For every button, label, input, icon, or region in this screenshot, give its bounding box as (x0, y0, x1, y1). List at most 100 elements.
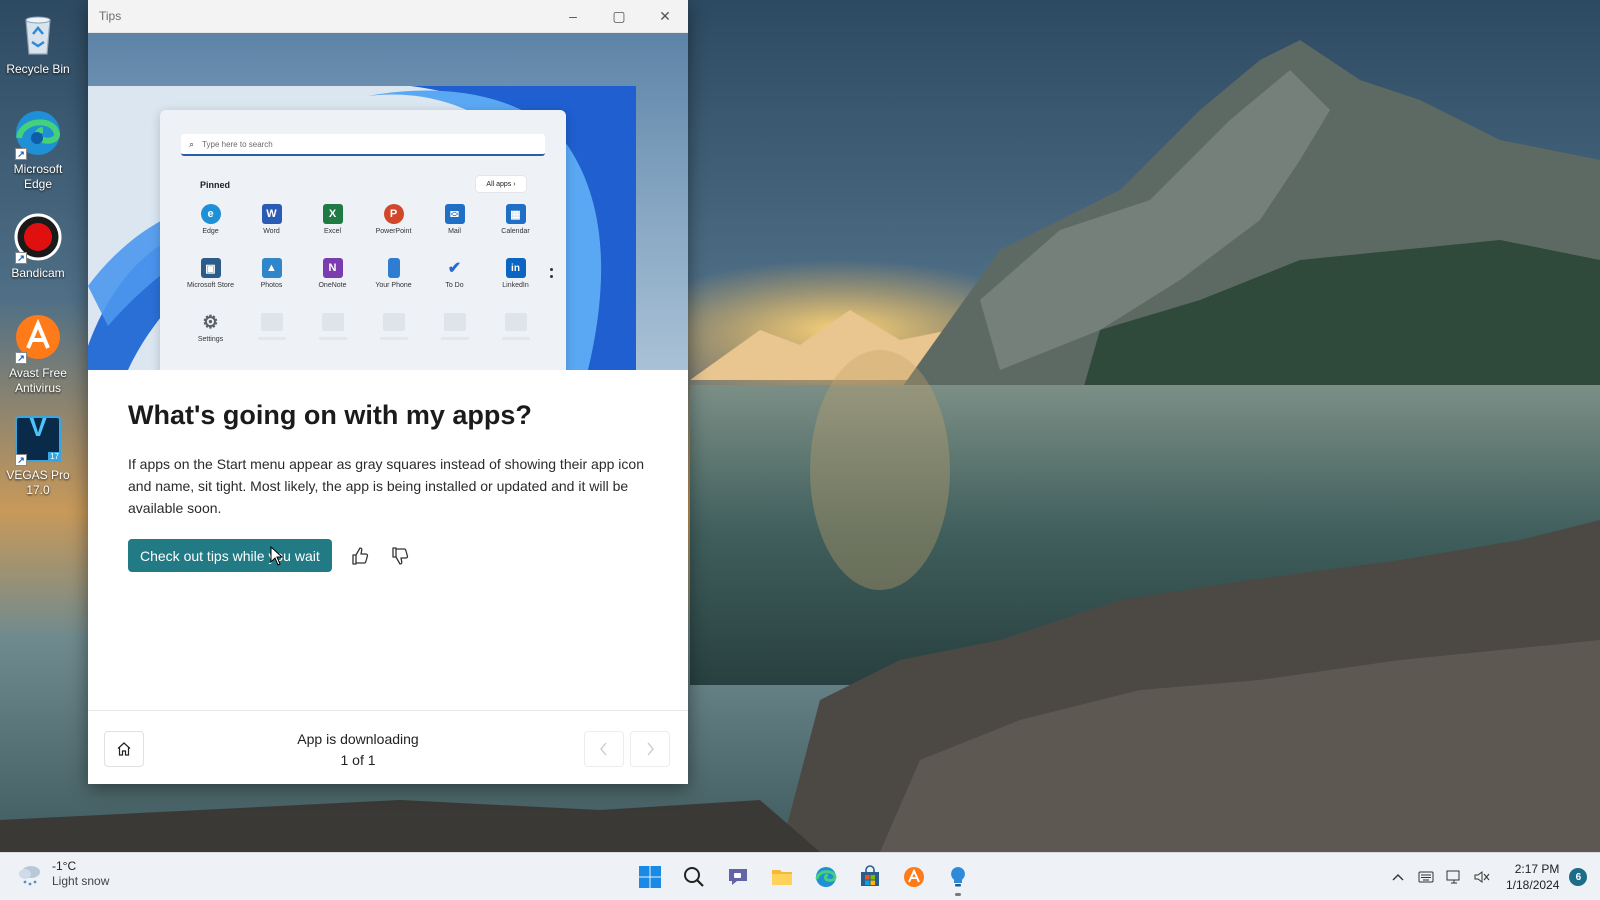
vegas-version-badge: 17 (48, 452, 61, 462)
pinned-app-photos: ▲ Photos (241, 258, 302, 304)
pinned-app-microsoft-store: ▣ Microsoft Store (180, 258, 241, 304)
pinned-app-your-phone: Your Phone (363, 258, 424, 304)
taskbar-file-explorer-button[interactable] (760, 857, 804, 897)
desktop-icon-bandicam[interactable]: ↗ Bandicam (2, 212, 74, 281)
tip-hero-image: ⌕ Type here to search Pinned All apps › … (88, 33, 688, 370)
app-label: Your Phone (375, 282, 412, 289)
placeholder-app (485, 312, 546, 358)
weather-widget[interactable]: -1°C Light snow (16, 859, 109, 889)
previous-button[interactable] (584, 731, 624, 767)
desktop-icon-microsoft-edge[interactable]: ↗ Microsoft Edge (2, 108, 74, 192)
search-icon (684, 867, 704, 887)
thumbs-up-icon[interactable] (340, 539, 380, 572)
close-button[interactable]: ✕ (642, 0, 688, 33)
linkedin-icon: in (505, 258, 526, 278)
app-label: LinkedIn (502, 282, 529, 289)
taskbar-store-button[interactable] (848, 857, 892, 897)
start-search-box: ⌕ Type here to search (181, 134, 545, 156)
show-hidden-icons-button[interactable] (1384, 861, 1412, 893)
pinned-label: Pinned (200, 180, 231, 190)
desktop-icon-vegas-pro[interactable]: V 17 ↗ VEGAS Pro 17.0 (2, 414, 74, 498)
pinned-app-mail: ✉ Mail (424, 204, 485, 250)
title-bar[interactable]: Tips – ▢ ✕ (88, 0, 688, 33)
pinned-app-to-do: ✔ To Do (424, 258, 485, 304)
start-menu-illustration: ⌕ Type here to search Pinned All apps › … (160, 110, 566, 370)
window-footer: App is downloading 1 of 1 (88, 710, 688, 784)
pinned-app-linkedin: in LinkedIn (485, 258, 546, 304)
pinned-app-settings: ⚙ Settings (180, 312, 241, 358)
taskbar-tips-button[interactable] (936, 857, 980, 897)
desktop-icon-label: Microsoft Edge (13, 162, 63, 191)
teams-chat-icon (729, 869, 747, 885)
taskbar-avast-button[interactable] (892, 857, 936, 897)
vegas-letter: V (29, 412, 47, 442)
calendar-icon: ▦ (505, 204, 526, 224)
system-tray: 2:17 PM 1/18/2024 6 (1384, 861, 1588, 893)
window-title: Tips (99, 9, 122, 23)
edge-icon (815, 867, 837, 887)
chevron-up-icon (1392, 874, 1404, 881)
search-icon: ⌕ (189, 138, 195, 149)
app-label: Photos (260, 282, 283, 289)
settings-gear-icon: ⚙ (202, 311, 219, 332)
minimize-button[interactable]: – (550, 0, 596, 33)
pinned-app-word: W Word (241, 204, 302, 250)
next-button[interactable] (630, 731, 670, 767)
tip-content: What's going on with my apps? If apps on… (128, 400, 648, 572)
phone-icon (387, 258, 400, 278)
app-label: To Do (445, 282, 464, 289)
start-button[interactable] (628, 857, 672, 897)
taskbar-search-button[interactable] (672, 857, 716, 897)
thumbs-down-icon[interactable] (380, 539, 420, 572)
desktop-icon-label: VEGAS Pro 17.0 (6, 468, 70, 497)
network-icon[interactable] (1440, 861, 1468, 893)
edge-icon: ↗ (13, 108, 63, 160)
all-apps-button: All apps › (476, 176, 526, 192)
onenote-icon: N (322, 258, 343, 278)
placeholder-app (424, 312, 485, 358)
pinned-app-powerpoint: P PowerPoint (363, 204, 424, 250)
keyboard-icon[interactable] (1412, 861, 1440, 893)
volume-muted-icon[interactable] (1468, 861, 1496, 893)
hero-illustration: ⌕ Type here to search Pinned All apps › … (88, 86, 636, 370)
microsoft-store-icon (861, 865, 879, 886)
desktop-icon-label: Avast Free Antivirus (9, 366, 67, 395)
taskbar: -1°C Light snow 2:17 PM 1/18/2024 6 (0, 852, 1600, 900)
mouse-cursor-icon (270, 546, 284, 566)
clock-time: 2:17 PM (1514, 862, 1560, 876)
taskbar-edge-button[interactable] (804, 857, 848, 897)
edge-icon: e (200, 204, 221, 224)
windows-start-icon (639, 866, 661, 888)
status-text: App is downloading (297, 731, 419, 747)
tip-actions: Check out tips while you wait (128, 539, 648, 572)
taskbar-apps (628, 857, 980, 897)
pinned-app-onenote: N OneNote (302, 258, 363, 304)
app-label: Microsoft Store (186, 282, 235, 289)
desktop-icon-recycle-bin[interactable]: Recycle Bin (2, 8, 74, 77)
avast-icon: ↗ (13, 312, 63, 364)
tip-body: If apps on the Start menu appear as gray… (128, 456, 644, 516)
powerpoint-icon: P (383, 204, 404, 224)
chevron-right-icon (647, 742, 654, 756)
clock[interactable]: 2:17 PM 1/18/2024 (1506, 861, 1559, 893)
desktop-icon-avast[interactable]: ↗ Avast Free Antivirus (2, 312, 74, 396)
snow-cloud-icon (19, 866, 40, 886)
check-out-tips-button[interactable]: Check out tips while you wait (128, 539, 332, 572)
vegas-icon: V 17 ↗ (13, 412, 63, 466)
weather-condition: Light snow (52, 874, 110, 888)
chevron-left-icon (600, 742, 607, 756)
app-label: OneNote (318, 282, 347, 289)
notification-badge[interactable]: 6 (1569, 868, 1588, 886)
running-indicator (955, 893, 961, 896)
placeholder-app (241, 312, 302, 358)
page-counter: 1 of 1 (340, 752, 376, 768)
home-button[interactable] (104, 731, 144, 767)
page-dots (550, 268, 553, 282)
tip-heading: What's going on with my apps? (128, 400, 532, 430)
taskbar-chat-button[interactable] (716, 857, 760, 897)
placeholder-app (302, 312, 363, 358)
mail-icon: ✉ (444, 204, 465, 224)
placeholder-app (363, 312, 424, 358)
app-label: Word (263, 228, 280, 235)
maximize-button[interactable]: ▢ (596, 0, 642, 33)
